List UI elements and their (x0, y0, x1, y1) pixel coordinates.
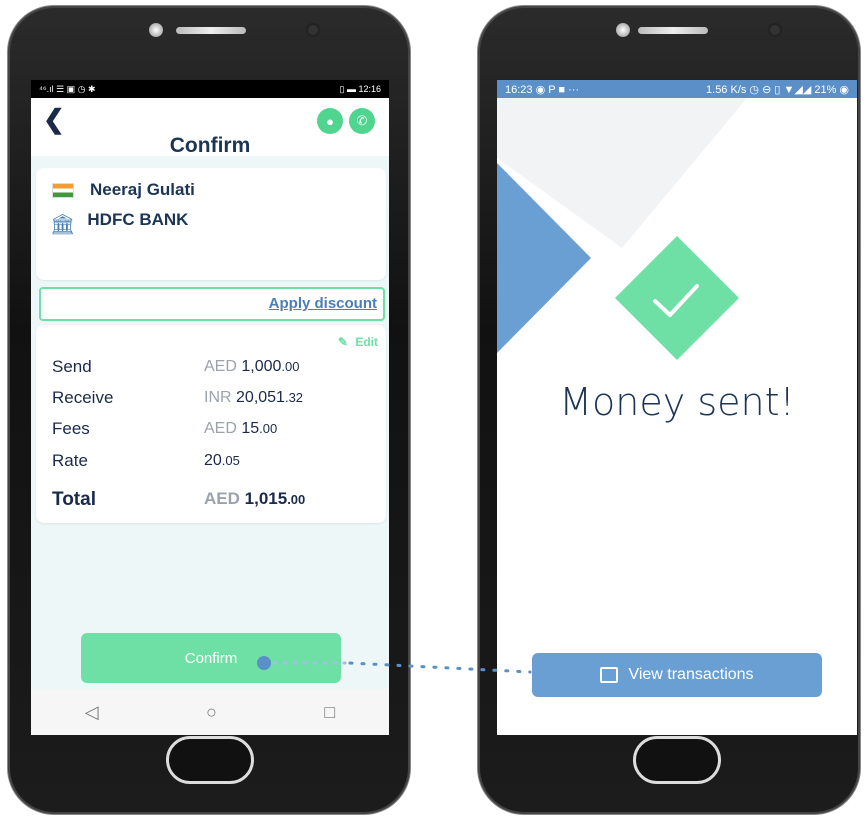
recipient-name: Neeraj Gulati (90, 180, 195, 199)
nav-home-icon[interactable]: ○ (206, 702, 217, 723)
recipient-card: Neeraj Gulati 🏛 HDFC BANK (36, 168, 386, 280)
status-right: ▯ ▬ 12:16 (339, 83, 381, 94)
rate-label: Rate (52, 451, 88, 470)
confirm-button[interactable]: Confirm (81, 633, 341, 683)
nav-back-icon[interactable]: ◁ (85, 702, 99, 723)
front-camera (149, 23, 163, 37)
earpiece-speaker (638, 27, 708, 34)
apply-discount-link[interactable]: Apply discount (269, 295, 377, 312)
receive-value: INR 20,051.32 (204, 389, 304, 406)
page-title: Confirm (169, 134, 251, 157)
proximity-sensor (770, 25, 780, 35)
india-flag-icon (52, 182, 74, 198)
back-chevron-icon[interactable]: ❮ (43, 104, 65, 135)
view-transactions-button[interactable]: View transactions (532, 653, 822, 697)
header: ❮ ● ✆ Confirm (31, 98, 389, 157)
status-right: 1.56 K/s ◷ ⊖ ▯ ▼◢◢ 21% ◉ (706, 83, 849, 96)
proximity-sensor (308, 25, 318, 35)
bank-name: HDFC BANK (87, 209, 189, 229)
send-value: AED 1,000.00 (204, 358, 300, 375)
success-diamond (615, 236, 739, 360)
discount-bar: Apply discount (39, 287, 385, 321)
bank-icon: 🏛 (50, 214, 76, 236)
home-button[interactable] (166, 736, 254, 784)
pencil-icon: ✎ (337, 335, 348, 349)
confirm-screen: ⁴⁶.ıl ☰ ▣ ◷ ✱ ▯ ▬ 12:16 ❮ ● ✆ Confirm Ne… (31, 80, 389, 735)
status-left: ⁴⁶.ıl ☰ ▣ ◷ ✱ (39, 83, 96, 94)
nav-recent-icon[interactable]: □ (324, 702, 335, 723)
earpiece-speaker (176, 27, 246, 34)
view-transactions-label: View transactions (628, 666, 754, 683)
phone-call-icon[interactable]: ✆ (349, 108, 375, 134)
receipt-icon (600, 667, 619, 683)
chat-icon[interactable]: ● (317, 108, 343, 134)
android-nav-bar: ◁ ○ □ (31, 689, 389, 735)
receive-label: Receive (52, 388, 114, 407)
fees-value: AED 15.00 (204, 420, 278, 437)
send-label: Send (52, 357, 92, 376)
rate-value: 20.05 (204, 452, 240, 469)
edit-button[interactable]: ✎ Edit (338, 335, 378, 349)
total-value: AED 1,015.00 (204, 489, 306, 508)
status-bar: 16:23 ◉ P ■ ··· 1.56 K/s ◷ ⊖ ▯ ▼◢◢ 21% ◉ (497, 80, 857, 98)
status-left: 16:23 ◉ P ■ ··· (505, 83, 580, 96)
total-label: Total (52, 489, 96, 510)
fees-label: Fees (52, 419, 90, 438)
summary-card: ✎ Edit Send AED 1,000.00 Receive INR 20,… (36, 325, 386, 523)
money-sent-screen: 16:23 ◉ P ■ ··· 1.56 K/s ◷ ⊖ ▯ ▼◢◢ 21% ◉… (497, 80, 857, 735)
home-button[interactable] (633, 736, 721, 784)
status-bar: ⁴⁶.ıl ☰ ▣ ◷ ✱ ▯ ▬ 12:16 (31, 80, 389, 98)
front-camera (616, 23, 630, 37)
money-sent-message: Money sent! (559, 380, 795, 424)
edit-label: Edit (355, 335, 378, 349)
